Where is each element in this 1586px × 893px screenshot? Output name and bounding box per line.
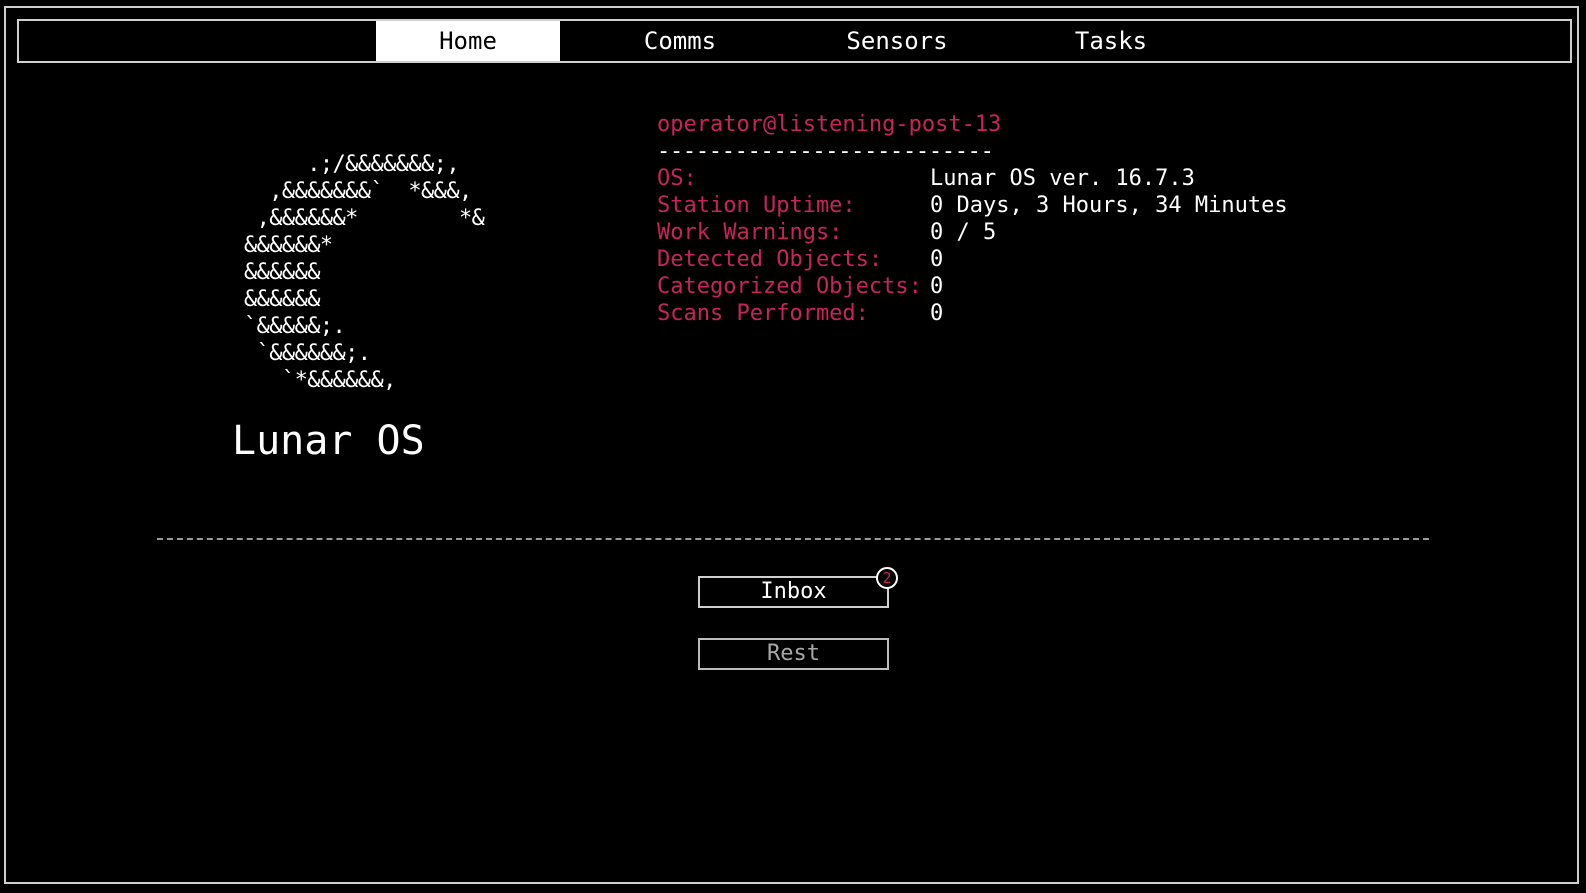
moon-ascii-logo: .;/&&&&&&&;, ,&&&&&&&` *&&&, ,&&&&&&* *&… <box>244 152 485 393</box>
info-value: 0 <box>930 301 944 326</box>
info-value: 0 / 5 <box>930 220 997 245</box>
info-row-categorized: Categorized Objects: 0 <box>657 273 1288 300</box>
user-host: operator@listening-post-13 <box>657 112 1002 137</box>
info-key: Categorized Objects: <box>657 274 922 299</box>
info-key: Detected Objects: <box>657 247 883 272</box>
tab-sensors[interactable]: Sensors <box>805 21 989 61</box>
tab-comms[interactable]: Comms <box>588 21 772 61</box>
info-value: 0 Days, 3 Hours, 34 Minutes <box>930 193 1288 218</box>
info-row-uptime: Station Uptime: 0 Days, 3 Hours, 34 Minu… <box>657 192 1288 219</box>
tab-bar: Home Comms Sensors Tasks <box>17 19 1572 63</box>
tab-tasks[interactable]: Tasks <box>1019 21 1203 61</box>
info-value: Lunar OS ver. 16.7.3 <box>930 166 1195 191</box>
info-row-detected: Detected Objects: 0 <box>657 246 1288 273</box>
inbox-count-badge: 2 <box>876 567 898 589</box>
info-value: 0 <box>930 247 944 272</box>
info-row-scans: Scans Performed: 0 <box>657 300 1288 327</box>
os-title: Lunar OS <box>232 418 425 464</box>
info-key: Scans Performed: <box>657 301 869 326</box>
section-divider <box>157 538 1429 540</box>
info-key: Work Warnings: <box>657 220 843 245</box>
info-key: Station Uptime: <box>657 193 856 218</box>
system-info-panel: operator@listening-post-13 -------------… <box>657 111 1288 327</box>
inbox-button[interactable]: Inbox <box>698 576 889 608</box>
info-row-os: OS: Lunar OS ver. 16.7.3 <box>657 165 1288 192</box>
tab-home[interactable]: Home <box>376 21 560 61</box>
info-key: OS: <box>657 166 697 191</box>
info-row-warnings: Work Warnings: 0 / 5 <box>657 219 1288 246</box>
info-value: 0 <box>930 274 944 299</box>
info-separator: -------------------------- <box>657 139 994 164</box>
rest-button[interactable]: Rest <box>698 638 889 670</box>
